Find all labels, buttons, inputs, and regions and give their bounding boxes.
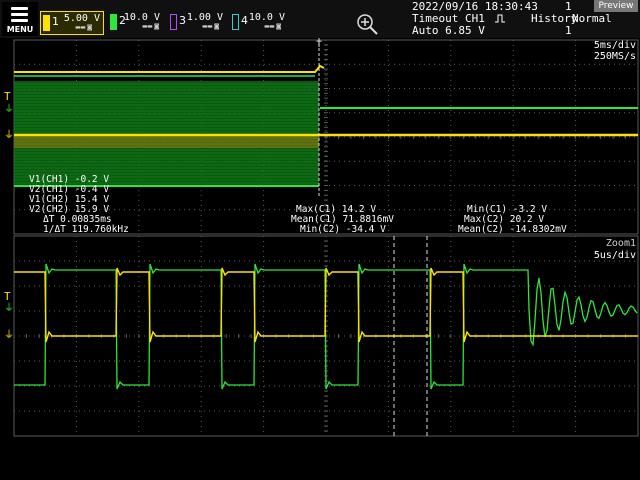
- ch1-main-top-trace: [14, 64, 325, 73]
- zoom-window-label: Zoom1: [605, 238, 636, 249]
- channel-4-color-marker: [232, 14, 239, 30]
- channel-1-color-marker: [43, 15, 50, 31]
- ch2-burst-envelope: [14, 81, 319, 186]
- menu-button[interactable]: MENU: [2, 2, 38, 36]
- measure-min-c2: Min(C2) -34.4 V: [300, 224, 386, 235]
- measure-mean-c2: Mean(C2) -14.8302mV: [458, 224, 567, 235]
- channel-2-scale: 10.0 V: [123, 12, 160, 23]
- ch1-trigger-level-marker[interactable]: T: [4, 90, 11, 103]
- trigger-position-marker[interactable]: ⊤: [316, 39, 322, 50]
- trigger-level[interactable]: Auto 6.85 V: [412, 24, 485, 37]
- main-timebase: 5ms/div: [593, 40, 636, 51]
- channel-1-number: 1: [52, 15, 59, 28]
- channel-3-coupling-icon: ▬▬ ◙: [202, 23, 220, 30]
- zoom-ch1-ground-marker[interactable]: ⏚: [4, 329, 14, 341]
- channel-3-color-marker: [170, 14, 177, 30]
- channel-4-number: 4: [241, 14, 248, 27]
- channel-2-color-marker: [110, 14, 117, 30]
- zoom-ch1-trigger-marker[interactable]: T: [4, 290, 11, 303]
- waveform-display[interactable]: ⊤ T ⏚ ⏚ T ⏚ ⏚: [0, 38, 640, 480]
- channel-1-coupling-icon: ▬▬ ◙: [75, 24, 93, 31]
- channel-4-scale-button[interactable]: 4 10.0 V ▬▬ ◙: [230, 11, 288, 33]
- ch2-ground-marker[interactable]: ⏚: [4, 103, 14, 115]
- zoom-timebase: 5us/div: [593, 250, 636, 261]
- channel-1-scale: 5.00 V: [63, 13, 100, 24]
- sample-rate: 250MS/s: [593, 51, 636, 62]
- cursor-inverse-delta-t: 1/ΔT 119.760kHz: [43, 224, 129, 235]
- preview-badge: Preview: [594, 0, 638, 12]
- trigger-edge-icon: [495, 14, 505, 23]
- ch1-ground-marker[interactable]: ⏚: [4, 129, 14, 141]
- channel-4-scale: 10.0 V: [248, 12, 285, 23]
- zoom-icon[interactable]: [355, 12, 379, 36]
- zoom-waveform-traces: [14, 263, 638, 390]
- channel-3-scale-button[interactable]: 3 1.00 V ▬▬ ◙: [168, 11, 226, 33]
- channel-4-coupling-icon: ▬▬ ◙: [264, 23, 282, 30]
- channel-3-number: 3: [179, 14, 186, 27]
- acquisition-mode[interactable]: Normal: [572, 12, 612, 25]
- channel-2-scale-button[interactable]: 2 10.0 V ▬▬ ◙: [108, 11, 163, 33]
- zoom-ch2-ground-marker[interactable]: ⏚: [4, 302, 14, 314]
- history-count: 1: [565, 24, 572, 37]
- menu-icon: [11, 7, 28, 25]
- channel-1-scale-button[interactable]: 1 5.00 V ▬▬ ◙: [40, 11, 104, 35]
- channel-3-scale: 1.00 V: [186, 12, 223, 23]
- channel-2-coupling-icon: ▬▬ ◙: [142, 23, 160, 30]
- menu-label: MENU: [6, 25, 34, 34]
